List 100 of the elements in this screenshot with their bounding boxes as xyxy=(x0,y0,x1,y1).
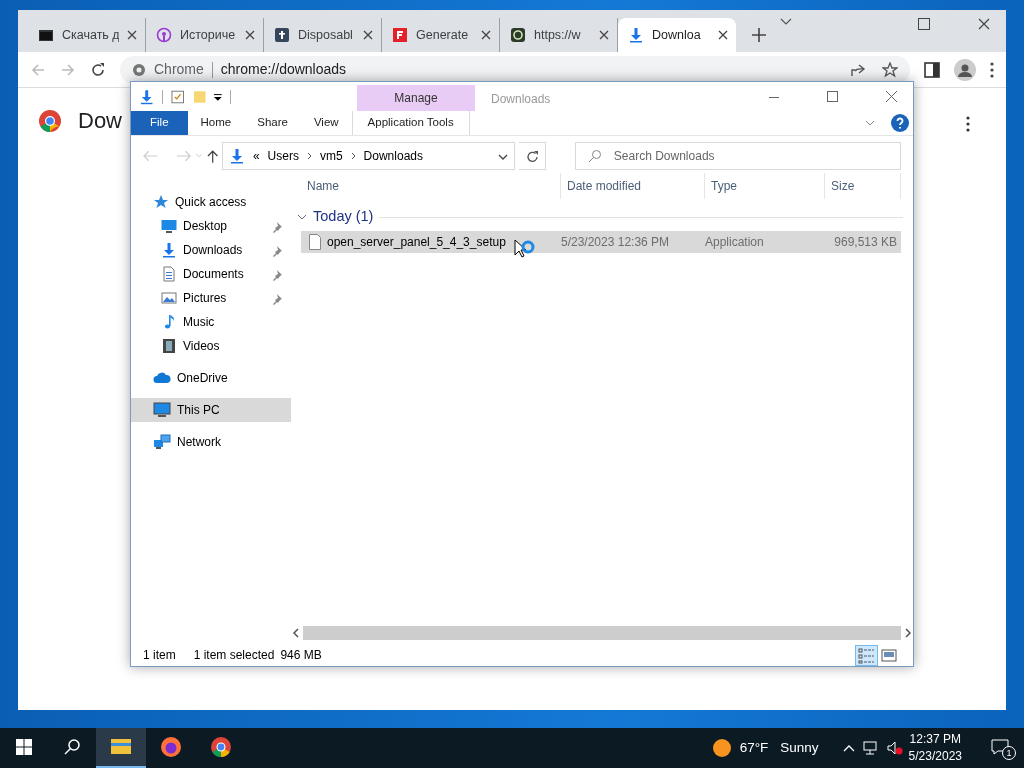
ribbon-tab[interactable]: File xyxy=(131,111,188,135)
avatar-icon xyxy=(954,58,976,81)
up-icon xyxy=(206,149,218,163)
nav-item[interactable]: Network xyxy=(131,430,291,454)
search-field[interactable]: Search Downloads xyxy=(611,146,888,166)
close-icon xyxy=(718,30,728,40)
temperature: 67°F xyxy=(739,738,769,757)
desktop-icon xyxy=(161,218,177,234)
nav-item[interactable]: Desktop xyxy=(131,214,291,238)
weather-label: Sunny xyxy=(780,738,819,757)
search-icon xyxy=(64,739,80,755)
network-icon xyxy=(153,434,171,450)
nav-item[interactable]: OneDrive xyxy=(131,366,291,390)
nav-item[interactable]: Videos xyxy=(131,334,291,358)
back-icon xyxy=(143,150,159,162)
terminal-icon xyxy=(38,27,54,43)
column-header[interactable]: Date modified xyxy=(561,173,705,199)
close-icon xyxy=(363,30,373,40)
column-header[interactable]: Name xyxy=(291,173,561,199)
fox-globe-icon xyxy=(160,736,182,758)
nav-item[interactable]: Pictures xyxy=(131,286,291,310)
selection-count: 1 item selected xyxy=(193,647,275,664)
help-icon xyxy=(891,114,909,132)
nav-item[interactable]: Downloads xyxy=(131,238,291,262)
browser-tab[interactable]: Скачать д xyxy=(28,18,146,52)
notifications-button[interactable]: 1 xyxy=(976,728,1024,768)
ribbon-tab[interactable]: Home xyxy=(187,111,245,135)
maximize-icon xyxy=(918,18,930,30)
reload-icon xyxy=(90,61,106,78)
film-icon xyxy=(161,338,177,354)
file-name: open_server_panel_5_4_3_setup xyxy=(327,234,506,251)
computer-icon xyxy=(153,402,171,418)
tab-group-label: Manage xyxy=(357,85,475,111)
browser-tab[interactable]: Disposabl xyxy=(264,18,382,52)
scrollbar-thumb[interactable] xyxy=(303,626,901,640)
scroll-right-icon xyxy=(903,628,913,638)
selection-size: 946 MB xyxy=(280,647,322,664)
ribbon-tab[interactable]: View xyxy=(300,111,352,135)
tab-search-icon xyxy=(780,18,792,26)
cloud-icon xyxy=(153,372,171,384)
file-icon xyxy=(309,234,321,250)
search-box[interactable]: Search Downloads xyxy=(574,142,901,170)
muted-speaker-icon xyxy=(886,741,903,755)
forward-icon xyxy=(60,61,76,78)
chrome-icon xyxy=(132,62,146,77)
window-title: Downloads xyxy=(490,91,551,108)
nav-item[interactable]: This PC xyxy=(131,398,291,422)
site-icon xyxy=(392,27,408,43)
taskbar-app-button[interactable] xyxy=(96,728,146,768)
pin-icon xyxy=(271,244,283,257)
column-header[interactable]: Size xyxy=(825,173,901,199)
download-icon xyxy=(139,88,155,105)
browser-tab[interactable]: Downloa xyxy=(618,18,736,52)
site-icon xyxy=(274,27,290,43)
notification-icon xyxy=(991,739,1009,755)
star-icon xyxy=(153,194,169,210)
windows-icon xyxy=(16,739,32,755)
nav-item[interactable]: Music xyxy=(131,310,291,334)
side-panel-icon xyxy=(924,61,940,78)
refresh-button[interactable] xyxy=(519,142,546,170)
close-icon xyxy=(245,30,255,40)
nav-item[interactable]: Quick access xyxy=(131,190,291,214)
nav-item[interactable]: Documents xyxy=(131,262,291,286)
file-row[interactable]: open_server_panel_5_4_3_setup 5/23/2023 12:36 PM Application 969,513 KB xyxy=(301,231,901,253)
chrome-logo-icon xyxy=(38,108,62,133)
ribbon-tab[interactable]: Application Tools xyxy=(351,111,470,135)
group-header[interactable]: Today (1) xyxy=(313,206,374,228)
close-icon xyxy=(127,30,137,40)
address-bar[interactable]: Chrome chrome://downloads xyxy=(120,55,910,84)
ribbon-tab[interactable]: Share xyxy=(244,111,301,135)
scroll-left-icon xyxy=(291,628,301,638)
chrome-icon xyxy=(210,736,232,758)
pictures-icon xyxy=(161,290,177,306)
folder-icon xyxy=(192,89,207,104)
properties-icon xyxy=(171,89,185,104)
menu-icon xyxy=(966,116,970,133)
clock-date: 5/23/2023 xyxy=(908,748,962,765)
site-icon xyxy=(510,27,526,43)
close-icon xyxy=(886,91,897,102)
browser-tab[interactable]: Generate xyxy=(382,18,500,52)
download-icon xyxy=(161,242,177,258)
refresh-icon xyxy=(525,149,539,163)
chevron-icon xyxy=(306,152,312,160)
page-title: Dow xyxy=(78,107,122,135)
network-icon xyxy=(862,741,879,755)
file-date: 5/23/2023 12:36 PM xyxy=(561,234,671,251)
details-view-button[interactable] xyxy=(855,644,878,666)
address-field[interactable]: « Users vm5 Downloads xyxy=(221,142,516,170)
dropdown-icon xyxy=(498,153,509,160)
column-header[interactable]: Type xyxy=(705,173,825,199)
close-icon xyxy=(978,18,990,30)
notification-count: 1 xyxy=(1002,746,1016,760)
back-icon xyxy=(30,61,46,78)
close-icon xyxy=(481,30,491,40)
file-size: 969,513 KB xyxy=(834,234,898,251)
browser-tab[interactable]: https://w xyxy=(500,18,618,52)
pin-icon xyxy=(271,268,283,281)
recent-icon xyxy=(194,153,203,159)
maximize-icon xyxy=(827,91,838,102)
browser-tab[interactable]: Историче xyxy=(146,18,264,52)
